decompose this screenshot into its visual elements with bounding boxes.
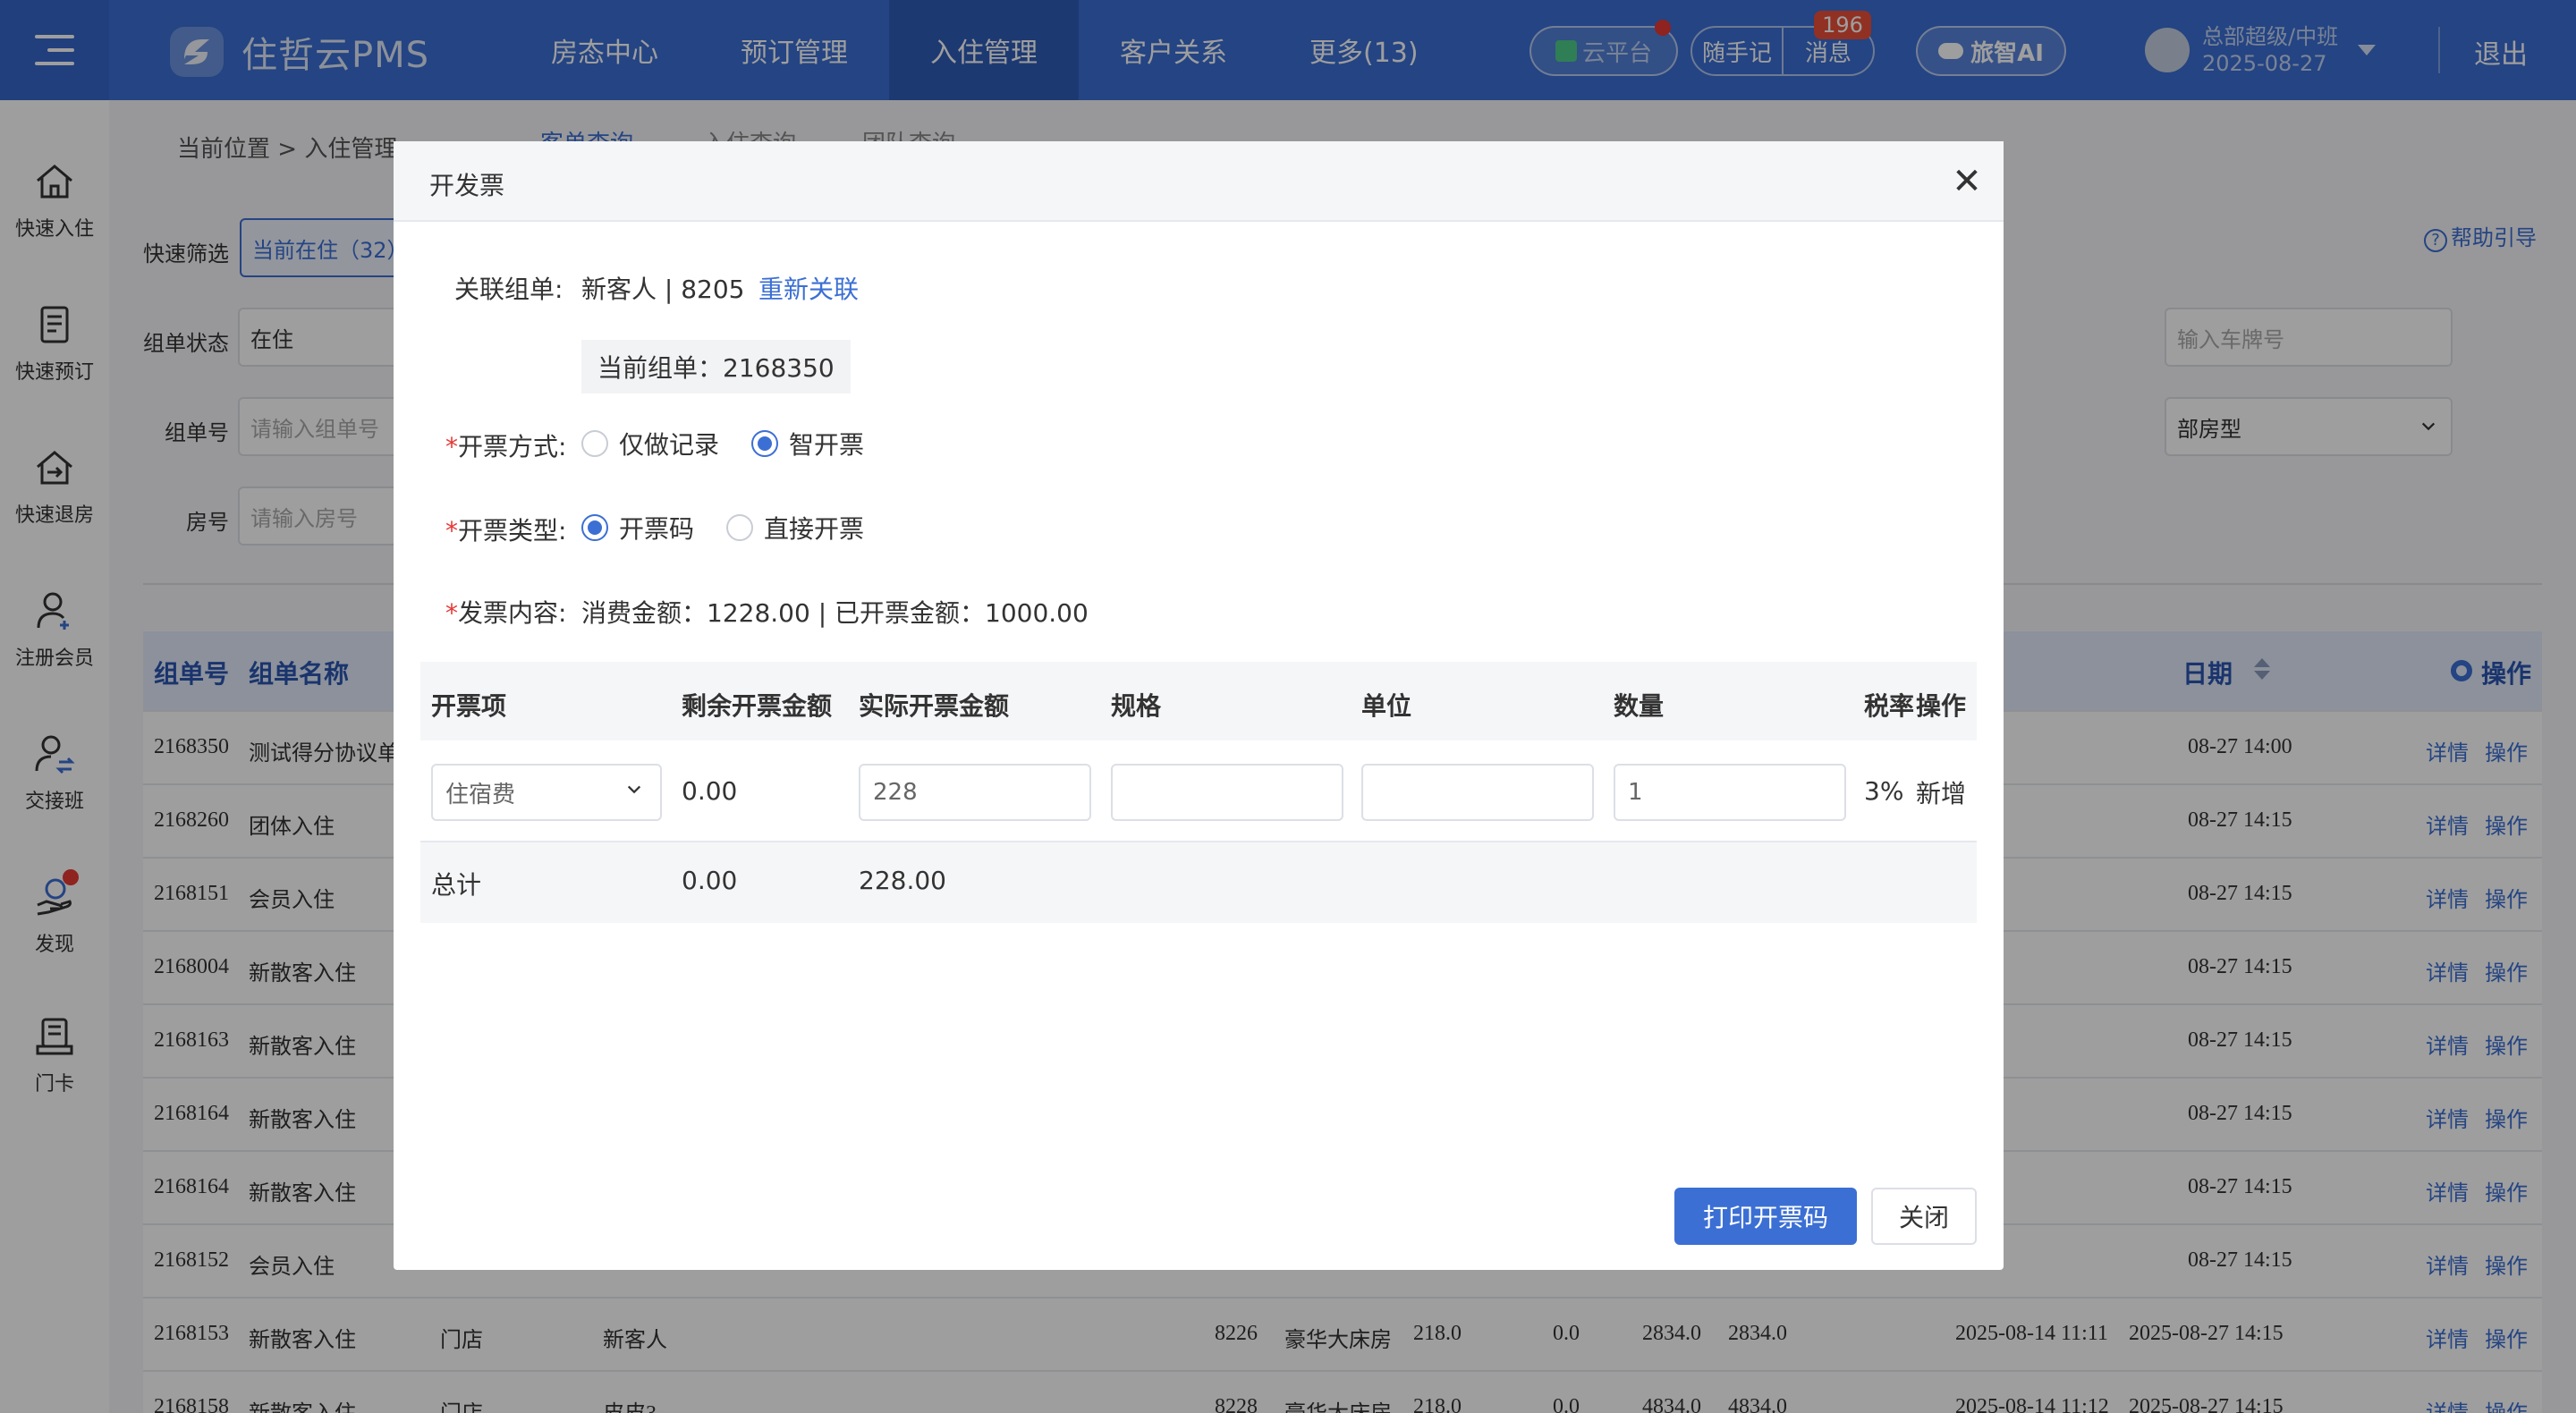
content-label-text: 发票内容:: [458, 598, 567, 628]
col-item: 开票项: [431, 691, 507, 721]
radio-invoice-code[interactable]: 开票码: [581, 510, 694, 546]
radio-direct-invoice[interactable]: 直接开票: [726, 510, 864, 546]
col-actual: 实际开票金额: [859, 691, 1010, 721]
remaining-amount: 0.00: [682, 776, 738, 806]
relink-link[interactable]: 重新关联: [758, 270, 859, 306]
method-label: *开票方式:: [445, 432, 567, 461]
total-actual: 228.00: [859, 866, 946, 895]
items-total-row: 总计 0.00 228.00: [420, 842, 1977, 923]
dialog-title: 开发票: [429, 171, 505, 200]
print-invoice-code-button[interactable]: 打印开票码: [1674, 1188, 1857, 1245]
tax-rate: 3%: [1864, 776, 1904, 806]
radio-label: 开票码: [619, 514, 695, 544]
col-op-header: 操作: [1916, 691, 1967, 721]
actual-amount-input[interactable]: 228: [859, 764, 1091, 821]
items-header: 开票项 剩余开票金额 实际开票金额 规格 单位 数量 税率 操作: [420, 662, 1977, 740]
radio-circle: [581, 430, 608, 457]
col-unit: 单位: [1361, 691, 1412, 721]
chevron-down-icon: [627, 785, 641, 794]
method-label-text: 开票方式:: [458, 432, 567, 461]
radio-label: 智开票: [789, 430, 865, 460]
invoice-content-value: 消费金额：1228.00 | 已开票金额：1000.00: [581, 598, 1089, 628]
radio-label: 仅做记录: [619, 430, 720, 460]
linked-group-value: 新客人 | 8205: [581, 275, 745, 304]
col-spec: 规格: [1111, 691, 1162, 721]
type-label-text: 开票类型:: [458, 516, 567, 546]
unit-input[interactable]: [1361, 764, 1594, 821]
radio-circle: [751, 430, 778, 457]
invoice-item-select[interactable]: 住宿费: [431, 764, 662, 821]
current-group: 当前组单：2168350: [581, 340, 851, 393]
radio-circle: [581, 514, 608, 541]
spec-input[interactable]: [1111, 764, 1343, 821]
radio-smart-invoice[interactable]: 智开票: [751, 426, 864, 461]
col-remaining: 剩余开票金额: [682, 691, 833, 721]
invoice-dialog: 开发票 ✕ 关联组单: 新客人 | 8205 重新关联 当前组单：2168350…: [394, 141, 2004, 1270]
radio-record-only[interactable]: 仅做记录: [581, 426, 719, 461]
dialog-header: 开发票 ✕: [394, 141, 2004, 222]
type-label: *开票类型:: [445, 516, 567, 546]
content-label: *发票内容:: [445, 598, 567, 628]
radio-circle: [726, 514, 753, 541]
invoice-item-row: 住宿费 0.00 228 1 3%: [420, 740, 1977, 842]
col-qty: 数量: [1614, 691, 1665, 721]
col-tax: 税率: [1864, 691, 1915, 721]
close-button[interactable]: 关闭: [1871, 1188, 1977, 1245]
close-icon[interactable]: ✕: [1946, 161, 1987, 202]
radio-label: 直接开票: [764, 514, 865, 544]
linked-group-label: 关联组单:: [454, 275, 564, 304]
quantity-input[interactable]: 1: [1614, 764, 1846, 821]
add-item-link[interactable]: 新增: [1916, 774, 1966, 810]
total-remaining: 0.00: [682, 866, 738, 895]
invoice-item-value: 住宿费: [445, 781, 516, 808]
total-label: 总计: [431, 870, 482, 900]
